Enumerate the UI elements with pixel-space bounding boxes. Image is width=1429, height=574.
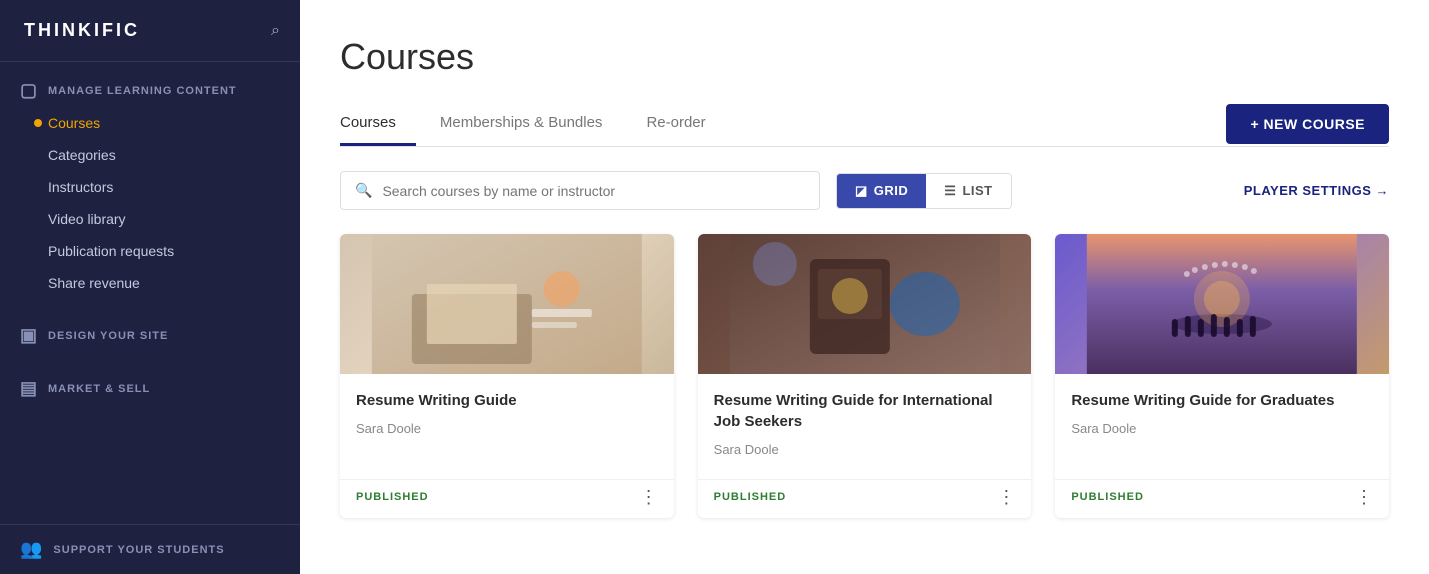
grid-view-button[interactable]: ◪ GRID [837,174,926,208]
course-card-2: Resume Writing Guide for Graduates Sara … [1055,234,1389,518]
search-box: 🔍 [340,171,820,210]
tab-courses[interactable]: Courses [340,102,416,146]
section-market-label: ▤ MARKET & SELL [20,378,280,399]
course-title-2: Resume Writing Guide for Graduates [1071,390,1373,411]
search-icon: 🔍 [355,182,372,199]
sidebar-item-video-library[interactable]: Video library [20,203,280,235]
course-thumbnail-0 [340,234,674,374]
more-options-button-1[interactable]: ⋮ [997,488,1015,506]
list-view-button[interactable]: ☰ LIST [926,174,1010,208]
status-badge-2: PUBLISHED [1071,491,1144,503]
section-design-label: ▣ DESIGN YOUR SITE [20,325,280,346]
brand-logo: THINKIFIC [24,20,140,41]
new-course-button[interactable]: + NEW COURSE [1226,104,1389,144]
course-card-body-0: Resume Writing Guide Sara Doole [340,374,674,479]
manage-icon: ▢ [20,80,38,101]
support-icon: 👥 [20,539,43,560]
section-manage-label: ▢ MANAGE LEARNING CONTENT [20,80,280,101]
course-card-footer-0: PUBLISHED ⋮ [340,479,674,518]
section-support-label: 👥 SUPPORT YOUR STUDENTS [20,539,280,560]
course-card-body-2: Resume Writing Guide for Graduates Sara … [1055,374,1389,479]
sidebar-item-categories[interactable]: Categories [20,139,280,171]
sidebar-item-courses[interactable]: Courses [20,107,280,139]
sidebar-header: THINKIFIC ⌕ [0,0,300,62]
status-badge-1: PUBLISHED [714,491,787,503]
main-content: Courses Courses Memberships & Bundles Re… [300,0,1429,574]
toolbar: 🔍 ◪ GRID ☰ LIST PLAYER SETTINGS → [340,171,1389,210]
course-grid: Resume Writing Guide Sara Doole PUBLISHE… [340,234,1389,518]
sidebar-item-share-revenue[interactable]: Share revenue [20,267,280,299]
new-course-button-wrapper: + NEW COURSE [1226,104,1389,144]
course-card-1: Resume Writing Guide for International J… [698,234,1032,518]
tab-memberships[interactable]: Memberships & Bundles [440,102,623,146]
course-author-1: Sara Doole [714,442,1016,457]
course-card-0: Resume Writing Guide Sara Doole PUBLISHE… [340,234,674,518]
grid-icon: ◪ [855,183,868,199]
more-options-button-0[interactable]: ⋮ [640,488,658,506]
tabs-bar: Courses Memberships & Bundles Re-order +… [340,102,1389,147]
player-settings-link[interactable]: PLAYER SETTINGS → [1244,183,1389,198]
course-author-0: Sara Doole [356,421,658,436]
sidebar-section-manage: ▢ MANAGE LEARNING CONTENT Courses Catego… [0,62,300,307]
sidebar-item-instructors[interactable]: Instructors [20,171,280,203]
course-card-footer-1: PUBLISHED ⋮ [698,479,1032,518]
course-card-body-1: Resume Writing Guide for International J… [698,374,1032,479]
sidebar-item-publication-requests[interactable]: Publication requests [20,235,280,267]
status-badge-0: PUBLISHED [356,491,429,503]
view-toggle: ◪ GRID ☰ LIST [836,173,1012,209]
tab-reorder[interactable]: Re-order [646,102,725,146]
sidebar: THINKIFIC ⌕ ▢ MANAGE LEARNING CONTENT Co… [0,0,300,574]
course-title-1: Resume Writing Guide for International J… [714,390,1016,432]
sidebar-section-market: ▤ MARKET & SELL [0,360,300,413]
design-icon: ▣ [20,325,38,346]
course-thumbnail-2 [1055,234,1389,374]
course-card-footer-2: PUBLISHED ⋮ [1055,479,1389,518]
sidebar-section-design: ▣ DESIGN YOUR SITE [0,307,300,360]
search-icon[interactable]: ⌕ [271,22,280,40]
list-icon: ☰ [944,183,956,199]
more-options-button-2[interactable]: ⋮ [1355,488,1373,506]
course-author-2: Sara Doole [1071,421,1373,436]
course-title-0: Resume Writing Guide [356,390,658,411]
course-thumbnail-1 [698,234,1032,374]
page-title: Courses [340,36,1389,78]
sidebar-section-support: 👥 SUPPORT YOUR STUDENTS [0,524,300,574]
search-input[interactable] [382,183,805,199]
market-icon: ▤ [20,378,38,399]
